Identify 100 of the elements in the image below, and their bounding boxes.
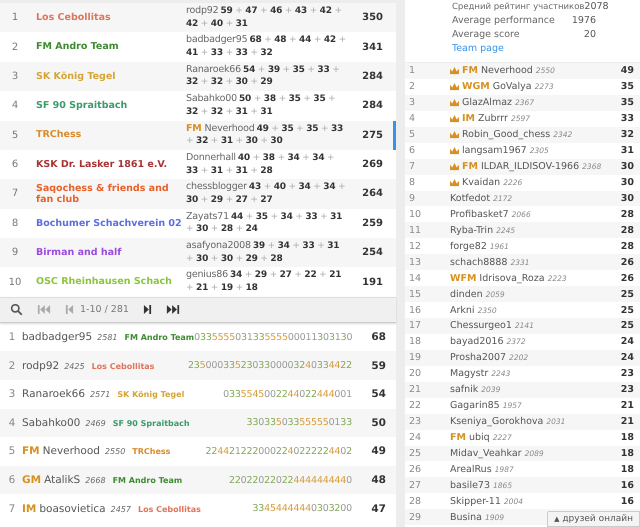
player-name[interactable]: ubiq <box>468 432 490 444</box>
player-name[interactable]: Ryba-Trin <box>450 224 494 236</box>
team-row[interactable]: 6 KSK Dr. Lasker 1861 e.V. Donnerhall 40 + 38 + 34 + 34 + 33 + 31 + 31 + 28 269 <box>0 150 396 180</box>
player-name[interactable]: badbadger95 <box>22 331 92 344</box>
player-name[interactable]: Robin_Good_chess <box>462 129 550 140</box>
team-total: 264 <box>361 188 384 200</box>
player-name[interactable]: schach8888 <box>450 256 508 268</box>
rank-number: 13 <box>408 256 422 268</box>
player-name[interactable]: bayad2016 <box>450 336 504 348</box>
team-name[interactable]: Birman and half <box>26 246 186 258</box>
player-name[interactable]: Magystr <box>450 368 488 380</box>
player-name[interactable]: Kvaidan <box>462 177 500 188</box>
player-name[interactable]: boasovietica <box>39 502 106 515</box>
team-total: 269 <box>361 159 384 170</box>
rank-number: 5 <box>10 130 20 141</box>
player-name[interactable]: Idrisova_Roza <box>479 272 545 284</box>
player-name[interactable]: Neverhood <box>42 445 100 458</box>
player-rating: 2457 <box>110 504 131 514</box>
player-name[interactable]: ILDAR_ILDISOV-1966 <box>480 161 580 172</box>
player-score: 48 <box>370 474 387 486</box>
score-sheet: 33454444440303200 <box>252 503 352 514</box>
player-score: 50 <box>370 416 387 429</box>
player-name[interactable]: Arkni <box>450 304 475 316</box>
player-name[interactable]: Kotfedot <box>450 192 490 204</box>
team-row[interactable]: 9 Birman and half asafyona2008 39 + 34 + 33 + 31 + 30 + 30 + 29 + 28 254 <box>0 238 396 268</box>
player-score: 24 <box>620 352 635 364</box>
rank-number: 17 <box>408 320 422 332</box>
player-name[interactable]: Sabahko00 <box>22 416 80 429</box>
player-name[interactable]: basile73 <box>450 480 490 491</box>
team-total: 284 <box>361 100 384 112</box>
team-row[interactable]: 8 Bochumer Schachverein 02 Zayats71 44 + 35 + 34 + 33 + 31 + 30 + 28 + 24 259 <box>0 208 396 238</box>
player-name[interactable]: Kseniya_Gorokhova <box>450 416 544 428</box>
player-name[interactable]: safnik <box>450 384 478 396</box>
team-name[interactable]: FM Andro Team <box>26 41 186 53</box>
rank-number: 7 <box>10 188 20 200</box>
rank-number: 29 <box>408 512 422 523</box>
leader-score-line: Sabahko00 50 + 38 + 35 + 35 + 32 + 32 + 31 + 31 <box>186 93 337 118</box>
stat-label: Average score <box>452 28 520 42</box>
team-row[interactable]: 5 TRChess FM Neverhood 49 + 35 + 35 + 33 + 32 + 31 + 30 + 30 275 <box>0 120 396 150</box>
player-title: FM <box>462 65 478 76</box>
team-name[interactable]: FM Andro Team <box>112 476 182 486</box>
rank-number: 6 <box>408 145 416 156</box>
rank-number: 27 <box>408 480 422 491</box>
rank-number: 12 <box>408 240 422 252</box>
team-row[interactable]: 7 Saqochess & friends and fan club chessblogger 43 + 40 + 34 + 34 + 30 + 29 + 27 + 27 264 <box>0 179 396 209</box>
player-score: 49 <box>370 445 387 458</box>
player-name[interactable]: GoValya <box>492 81 532 92</box>
player-score: 25 <box>620 320 635 332</box>
player-name[interactable]: rodp92 <box>22 360 60 372</box>
player-name[interactable]: langsam1967 <box>462 145 527 156</box>
player-name[interactable]: Ranaroek66 <box>22 388 85 400</box>
leader-score-line: FM Neverhood 49 + 35 + 35 + 33 + 32 + 31 + 30 + 30 <box>186 122 344 148</box>
team-name[interactable]: SF 90 Spraitbach <box>26 100 186 112</box>
player-score: 47 <box>370 502 387 515</box>
player-name[interactable]: Midav_Veahkar <box>450 448 522 459</box>
player-score: 35 <box>620 81 635 92</box>
player-name[interactable]: Profibasket7 <box>450 208 509 220</box>
leader-score-line: badbadger95 68 + 48 + 44 + 42 + 41 + 33 + 33 + 32 <box>186 34 347 60</box>
leader-score-line: genius86 34 + 29 + 27 + 22 + 21 + 21 + 19 + 18 <box>186 269 342 295</box>
rank-number: 2 <box>8 360 16 372</box>
player-name[interactable]: forge82 <box>450 240 487 252</box>
team-name[interactable]: FM Andro Team <box>124 333 194 342</box>
player-name[interactable]: dinden <box>450 288 483 300</box>
player-name[interactable]: Neverhood <box>480 65 533 76</box>
rank-number: 3 <box>10 70 20 82</box>
player-name[interactable]: GlazAlmaz <box>462 97 512 108</box>
player-score: 33 <box>620 113 635 124</box>
rank-number: 16 <box>408 304 422 316</box>
last-page-icon[interactable] <box>166 304 180 316</box>
player-name[interactable]: Zubrrr <box>478 113 508 124</box>
team-total: 254 <box>361 247 384 258</box>
team-name[interactable]: Bochumer Schachverein 02 <box>26 218 186 229</box>
search-icon[interactable] <box>10 303 23 316</box>
player-name[interactable]: Gagarin85 <box>450 400 500 412</box>
player-name[interactable]: Skipper-11 <box>450 496 501 507</box>
score-sheet: 220220220224444444440 <box>228 474 352 486</box>
player-name[interactable]: AtalikS <box>44 474 80 486</box>
player-title: IM <box>462 113 475 124</box>
team-row[interactable]: 4 SF 90 Spraitbach Sabahko00 50 + 38 + 35 + 35 + 32 + 32 + 31 + 31 284 <box>0 91 396 120</box>
player-name[interactable]: Prosha2007 <box>450 352 506 364</box>
team-row[interactable]: 2 FM Andro Team badbadger95 68 + 48 + 44 + 42 + 41 + 33 + 33 + 32 341 <box>0 32 396 62</box>
player-score: 68 <box>370 331 387 344</box>
rank-number: 10 <box>408 208 422 220</box>
rank-number: 3 <box>408 97 416 108</box>
rank-number: 6 <box>8 474 16 486</box>
player-score: 18 <box>620 464 635 475</box>
rank-number: 25 <box>408 448 422 459</box>
team-row[interactable]: 3 SK König Tegel Ranaroek66 54 + 39 + 35 + 33 + 32 + 32 + 30 + 29 284 <box>0 62 396 92</box>
page-range: 1-10 / 281 <box>80 304 129 316</box>
player-name[interactable]: Busina <box>450 512 482 523</box>
player-name[interactable]: ArealRus <box>450 464 492 475</box>
team-row[interactable]: 1 Los Cebollitas rodp92 59 + 47 + 46 + 43 + 42 + 42 + 40 + 31 350 <box>0 3 396 32</box>
player-name[interactable]: Chessurgeo1 <box>450 320 512 332</box>
next-page-icon[interactable] <box>142 304 152 316</box>
team-name[interactable]: KSK Dr. Lasker 1861 e.V. <box>26 158 186 170</box>
rank-number: 2 <box>10 42 20 53</box>
team-row[interactable]: 10 OSC Rheinhausen Schach genius86 34 + 29 + 27 + 22 + 21 + 21 + 19 + 18 191 <box>0 267 396 297</box>
rank-number: 3 <box>8 388 16 400</box>
player-score: 18 <box>620 448 635 459</box>
rank-number: 5 <box>408 129 416 140</box>
